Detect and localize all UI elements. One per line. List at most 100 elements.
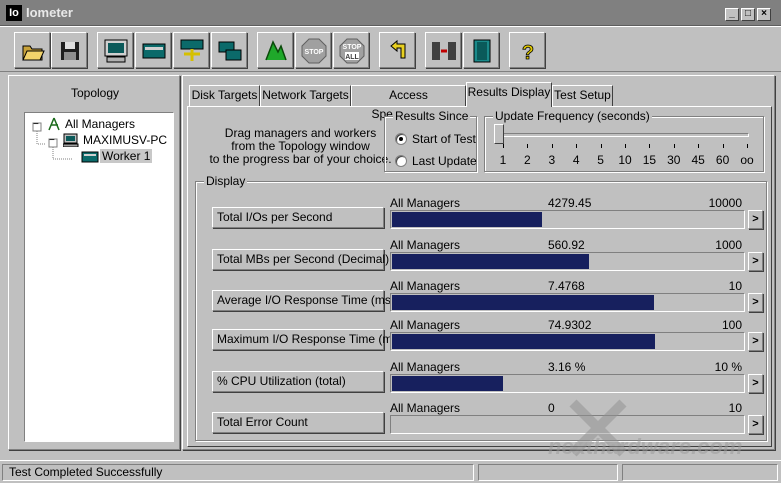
update-frequency-slider-thumb[interactable] (494, 124, 504, 144)
radio-start-of-test[interactable]: Start of Test (395, 132, 476, 146)
metric-select-button[interactable]: Total MBs per Second (Decimal) (212, 249, 389, 270)
window-title: Iometer (26, 5, 73, 20)
tab-disk-targets[interactable]: Disk Targets (189, 85, 260, 106)
stop-button[interactable]: STOP (295, 32, 331, 68)
metric-source-label: All Managers (390, 279, 461, 293)
slider-tick (722, 144, 724, 148)
title-bar[interactable]: Io Iometer _ □ × (0, 0, 781, 26)
exit-icon (473, 39, 491, 63)
status-bar: Test Completed Successfully (0, 460, 781, 483)
tree-item-all-managers[interactable]: All Managers (65, 117, 135, 131)
new-disk-worker-button[interactable] (135, 32, 171, 68)
tab-test-setup[interactable]: Test Setup (552, 85, 613, 106)
metric-select-button[interactable]: Total I/Os per Second (212, 207, 384, 228)
metric-source-label: All Managers (390, 401, 461, 415)
metric-max: 10000 (708, 196, 742, 210)
radio-last-update[interactable]: Last Update (395, 154, 477, 168)
metric-value: 560.92 (548, 238, 585, 252)
tab-results-display[interactable]: Results Display (466, 82, 552, 107)
metric-select-button[interactable]: Average I/O Response Time (ms) (212, 290, 395, 311)
metric-more-button[interactable]: > (748, 252, 763, 271)
new-manager-button[interactable] (97, 32, 133, 68)
results-since-title: Results Since (393, 109, 471, 123)
new-network-worker-button[interactable] (173, 32, 209, 68)
metric-source-label: All Managers (390, 238, 461, 252)
new-network-worker-icon (180, 39, 204, 61)
slider-tick-label: 2 (524, 153, 531, 167)
stop-icon-text: STOP (305, 49, 324, 56)
metric-source-label: All Managers (390, 318, 461, 332)
slider-tick-label: 5 (597, 153, 604, 167)
start-tests-button[interactable] (257, 32, 293, 68)
slider-tick-label: 15 (642, 153, 657, 167)
reset-workers-button[interactable] (379, 32, 415, 68)
close-button[interactable]: × (757, 8, 771, 21)
metric-progress-bar[interactable] (390, 374, 745, 393)
tab-network-targets[interactable]: Network Targets (260, 85, 351, 106)
metric-value: 3.16 % (548, 360, 586, 374)
topology-panel: Topology − All Managers − MAXIMUSV-PC Wo… (8, 75, 180, 450)
stop-all-icon: STOP ALL (339, 38, 365, 64)
stop-all-icon-text-top: STOP (343, 44, 362, 51)
stop-all-icon-text-bottom: ALL (345, 54, 359, 61)
duplicate-worker-icon (218, 41, 242, 61)
status-pane-3 (622, 464, 778, 481)
toolbar: STOP STOP ALL ? (0, 26, 781, 72)
results-display-page: Drag managers and workers from the Topol… (187, 106, 772, 447)
watermark: nexthardware.com (548, 398, 773, 459)
slider-tick (527, 144, 529, 148)
open-button[interactable] (14, 32, 50, 68)
tree-item-manager[interactable]: MAXIMUSV-PC (83, 133, 167, 147)
help-icon-text: ? (522, 42, 534, 64)
slider-tick-label: 3 (548, 153, 556, 167)
metric-progress-fill (392, 295, 654, 310)
slider-tick-label: 10 (618, 153, 632, 167)
slider-tick (600, 144, 602, 148)
topology-title: Topology (70, 86, 120, 100)
tree-expander-all-managers[interactable]: − (33, 119, 39, 130)
metric-value: 74.9302 (548, 318, 592, 332)
duplicate-worker-button[interactable] (211, 32, 247, 68)
metric-progress-fill (392, 254, 589, 269)
slider-tick (576, 144, 578, 148)
metric-select-button[interactable]: Maximum I/O Response Time (ms) (212, 329, 402, 350)
save-button[interactable] (51, 32, 87, 68)
results-since-group: Results Since Start of Test Last Update (384, 109, 477, 172)
update-frequency-slider-track[interactable] (499, 133, 749, 137)
disconnect-managers-button[interactable] (425, 32, 461, 68)
metric-select-button[interactable]: % CPU Utilization (total) (212, 371, 384, 392)
metric-progress-bar[interactable] (390, 332, 745, 351)
watermark-text: nexthardware.com (548, 434, 743, 459)
metric-more-button[interactable]: > (748, 332, 763, 351)
metric-progress-fill (392, 376, 503, 391)
tree-expander-manager[interactable]: − (49, 135, 55, 146)
minimize-button[interactable]: _ (725, 8, 739, 21)
metric-more-button[interactable]: > (748, 293, 763, 312)
help-button[interactable]: ? (509, 32, 545, 68)
tab-access-specifications[interactable]: Access Specifications (351, 85, 466, 121)
metric-max: 10 % (714, 360, 742, 374)
metric-progress-fill (392, 334, 655, 349)
slider-tick (625, 144, 626, 148)
slider-tick (673, 144, 675, 148)
metric-select-button[interactable]: Total Error Count (212, 412, 384, 433)
radio-dot[interactable] (395, 133, 407, 145)
maximize-button[interactable]: □ (741, 8, 755, 21)
tree-item-worker[interactable]: Worker 1 (100, 149, 153, 163)
slider-tick (698, 144, 700, 148)
update-frequency-title: Update Frequency (seconds) (493, 109, 652, 123)
metric-max: 100 (721, 318, 742, 332)
topology-tree[interactable]: − All Managers − MAXIMUSV-PC Worker 1 (24, 112, 174, 442)
main-panel: Disk Targets Network Targets Access Spec… (182, 75, 775, 450)
metric-more-button[interactable]: > (748, 374, 763, 393)
update-frequency-group: Update Frequency (seconds) 1 2 3 4 5 10 15 30 45… (484, 109, 764, 172)
open-icon (22, 45, 45, 61)
metric-progress-bar[interactable] (390, 210, 745, 229)
slider-tick (649, 144, 651, 148)
metric-progress-bar[interactable] (390, 252, 745, 271)
metric-progress-bar[interactable] (390, 293, 745, 312)
exit-button[interactable] (463, 32, 499, 68)
radio-dot[interactable] (395, 155, 407, 167)
stop-all-button[interactable]: STOP ALL (333, 32, 369, 68)
metric-more-button[interactable]: > (748, 210, 763, 229)
